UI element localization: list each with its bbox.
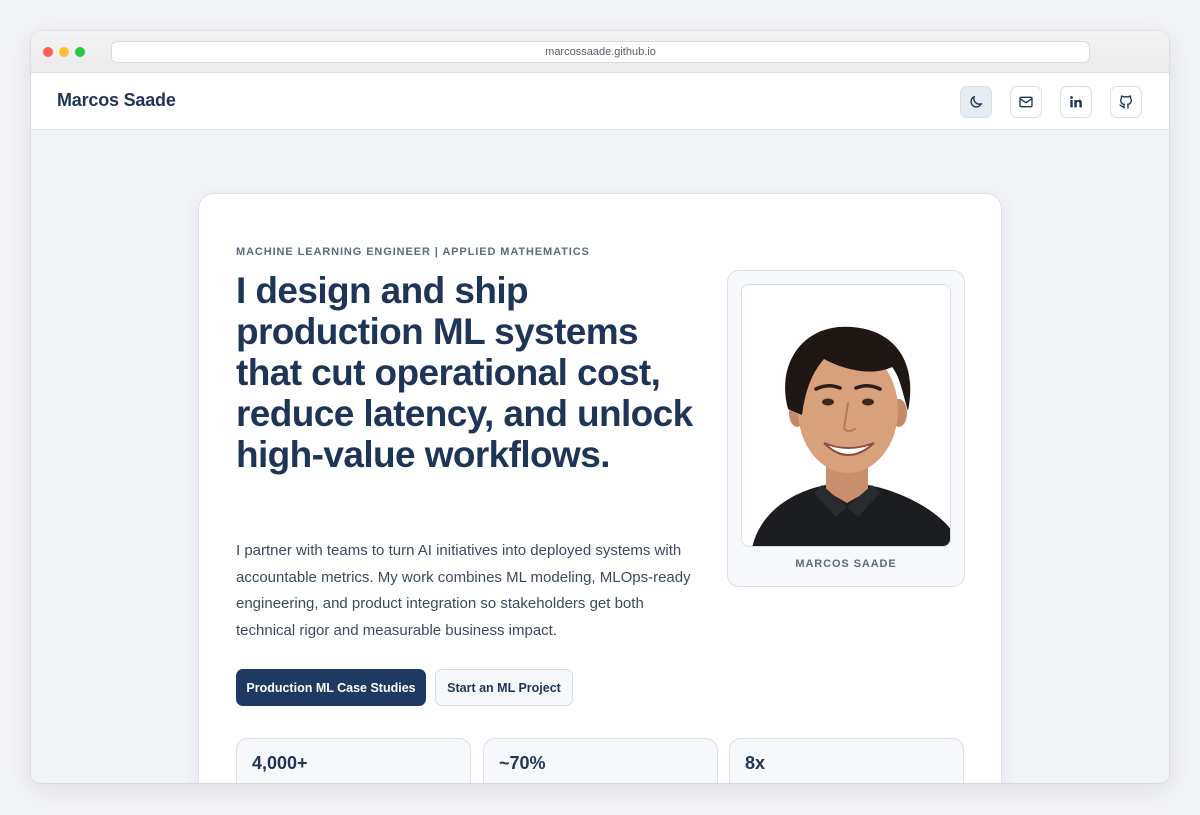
address-bar[interactable]: marcossaade.github.io xyxy=(111,41,1090,63)
theme-toggle-button[interactable] xyxy=(960,86,992,118)
hero-lead-paragraph: I partner with teams to turn AI initiati… xyxy=(236,542,691,639)
linkedin-button[interactable] xyxy=(1060,86,1092,118)
linkedin-icon xyxy=(1070,96,1082,108)
profile-photo-card: MARCOS SAADE xyxy=(727,270,965,587)
stat-value: ~70% xyxy=(499,753,546,773)
portrait-illustration xyxy=(742,285,950,546)
mail-icon xyxy=(1019,96,1033,108)
profile-photo-caption: MARCOS SAADE xyxy=(795,558,897,570)
browser-window: marcossaade.github.io Marcos Saade MACHI… xyxy=(31,31,1169,783)
site-navbar: Marcos Saade xyxy=(31,73,1169,130)
hero-headline: I design and ship production ML systems … xyxy=(236,270,693,475)
hero-card: MACHINE LEARNING ENGINEER | APPLIED MATH… xyxy=(198,193,1002,783)
close-window-button[interactable] xyxy=(43,47,53,57)
hero-eyebrow: MACHINE LEARNING ENGINEER | APPLIED MATH… xyxy=(236,246,590,258)
stat-card: 8x xyxy=(729,738,964,783)
site-brand[interactable]: Marcos Saade xyxy=(57,90,176,111)
github-button[interactable] xyxy=(1110,86,1142,118)
start-project-button[interactable]: Start an ML Project xyxy=(435,669,573,706)
minimize-window-button[interactable] xyxy=(59,47,69,57)
moon-icon xyxy=(970,96,982,108)
profile-photo xyxy=(741,284,951,547)
stat-card: 4,000+ xyxy=(236,738,471,783)
case-studies-button[interactable]: Production ML Case Studies xyxy=(236,669,426,706)
email-button[interactable] xyxy=(1010,86,1042,118)
browser-chrome: marcossaade.github.io xyxy=(31,31,1169,73)
stat-card: ~70% xyxy=(483,738,718,783)
maximize-window-button[interactable] xyxy=(75,47,85,57)
stat-value: 8x xyxy=(745,753,766,773)
stat-value: 4,000+ xyxy=(252,753,308,773)
github-icon xyxy=(1119,95,1132,109)
